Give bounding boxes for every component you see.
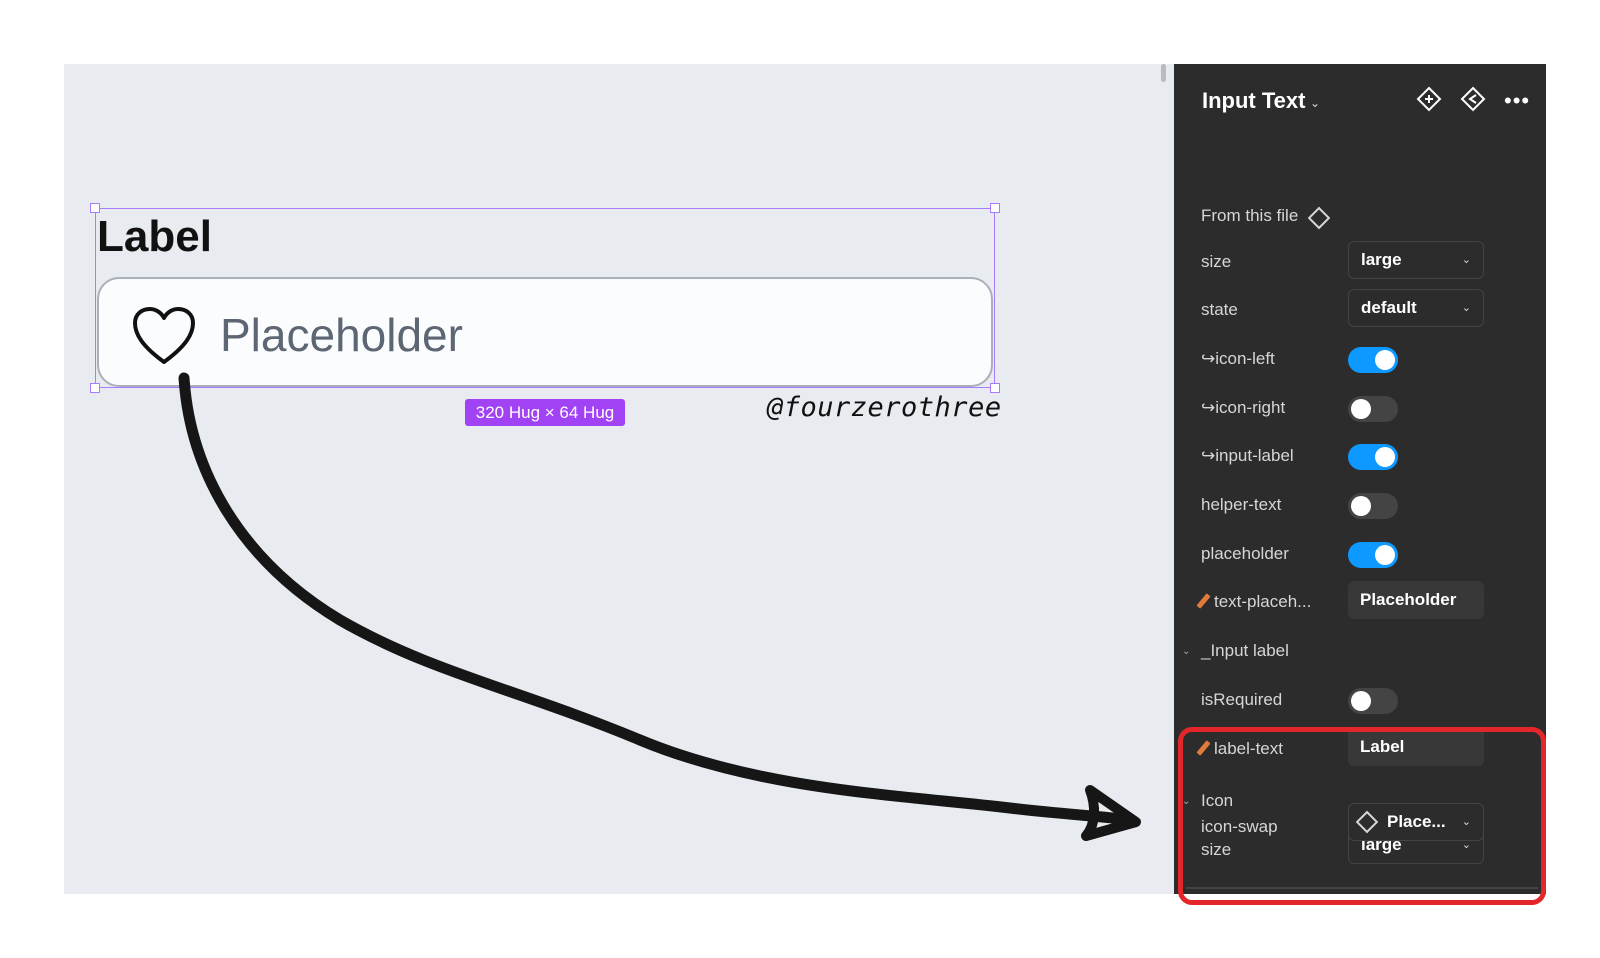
chevron-down-icon: ⌄	[1461, 302, 1471, 314]
chevron-down-icon[interactable]: ⌄	[1310, 96, 1320, 110]
prop-helper-text-label: helper-text	[1201, 495, 1282, 514]
prop-icon-left-label: ↪icon-left	[1201, 349, 1275, 368]
design-canvas[interactable]	[64, 64, 1174, 894]
canvas-scrollbar[interactable]	[1161, 64, 1166, 82]
prop-icon-right-toggle[interactable]	[1348, 396, 1398, 422]
prop-text-placeholder-value: Placeholder	[1360, 590, 1457, 609]
chevron-down-icon: ⌄	[1461, 254, 1471, 266]
reset-instance-icon[interactable]	[1460, 86, 1486, 112]
prop-is-required-toggle[interactable]	[1348, 688, 1398, 714]
watermark-text: @fourzerothree	[767, 392, 1002, 423]
chevron-down-icon[interactable]: ⌄	[1182, 646, 1190, 657]
component-source: From this file	[1201, 206, 1299, 225]
more-options-icon[interactable]: •••	[1504, 88, 1530, 114]
pencil-icon	[1196, 593, 1211, 609]
prop-text-placeholder-row: text-placeh...	[1196, 592, 1312, 612]
prop-text-placeholder-input[interactable]: Placeholder	[1348, 581, 1484, 619]
resize-handle-top-right[interactable]	[990, 203, 1000, 213]
prop-input-label-toggle[interactable]	[1348, 444, 1398, 470]
resize-handle-bottom-left[interactable]	[90, 383, 100, 393]
prop-size-select[interactable]: large ⌄	[1348, 241, 1484, 279]
prop-is-required-label: isRequired	[1201, 690, 1283, 709]
input-placeholder: Placeholder	[220, 309, 463, 361]
go-to-main-component-icon[interactable]	[1416, 86, 1442, 112]
section-input-label-title[interactable]: _Input label	[1201, 641, 1289, 661]
prop-icon-right-label: ↪icon-right	[1201, 398, 1286, 417]
prop-state-select[interactable]: default ⌄	[1348, 289, 1484, 327]
prop-icon-left-toggle[interactable]	[1348, 347, 1398, 373]
component-diamond-icon	[1307, 206, 1331, 230]
prop-state-value: default	[1361, 298, 1417, 317]
component-label: Label	[97, 212, 212, 261]
prop-text-placeholder-label: text-placeh...	[1214, 592, 1312, 611]
prop-placeholder-label: placeholder	[1201, 544, 1289, 563]
prop-size-label: size	[1201, 252, 1232, 271]
annotation-highlight-box	[1178, 727, 1546, 905]
component-name[interactable]: Input Text	[1202, 88, 1305, 114]
prop-size-value: large	[1361, 250, 1402, 269]
size-badge: 320 Hug × 64 Hug	[465, 399, 625, 426]
prop-helper-text-toggle[interactable]	[1348, 493, 1398, 519]
prop-state-label: state	[1201, 300, 1238, 319]
prop-input-label-label: ↪input-label	[1201, 446, 1294, 465]
prop-placeholder-toggle[interactable]	[1348, 542, 1398, 568]
heart-icon	[133, 307, 195, 364]
